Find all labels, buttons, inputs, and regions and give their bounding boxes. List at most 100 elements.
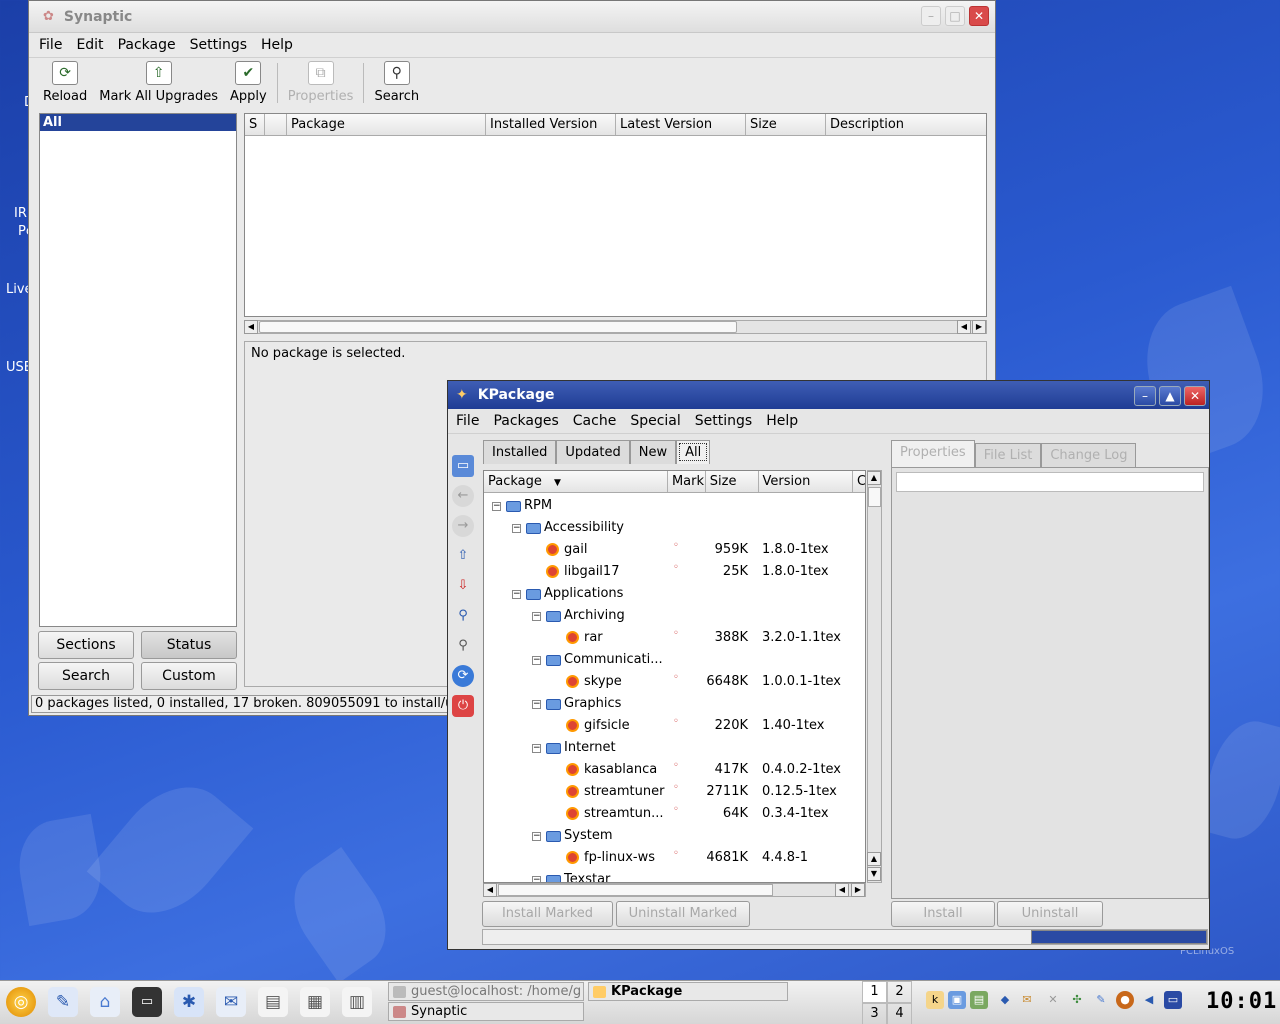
tree-package-row[interactable]: streamtuner ◦ 2711K 0.12.5-1tex: [484, 781, 865, 803]
display-icon[interactable]: ▭: [1164, 991, 1182, 1009]
vertical-scrollbar[interactable]: [867, 470, 882, 883]
column-package[interactable]: Package ▼: [484, 471, 668, 492]
scroll-left-icon[interactable]: ◀: [957, 320, 971, 334]
tray-game-icon[interactable]: ●: [1116, 991, 1134, 1009]
mark-install-icon[interactable]: ⇧: [452, 545, 474, 567]
close-button[interactable]: ✕: [1184, 386, 1206, 406]
search-filter-button[interactable]: Search: [38, 662, 134, 690]
terminal-icon[interactable]: ▭: [132, 987, 162, 1017]
file-manager-icon[interactable]: ✎: [48, 987, 78, 1017]
tab-properties[interactable]: Properties: [891, 440, 975, 467]
scroll-up-icon[interactable]: ▲: [867, 852, 881, 866]
apply-button[interactable]: ✔ Apply: [224, 59, 273, 104]
collapse-icon[interactable]: −: [532, 832, 541, 841]
scroll-right-icon[interactable]: ▶: [972, 320, 986, 334]
start-menu-icon[interactable]: ◎: [6, 987, 36, 1017]
menu-settings[interactable]: Settings: [190, 37, 247, 53]
sections-button[interactable]: Sections: [38, 631, 134, 659]
tray-sync-icon[interactable]: ◆: [996, 991, 1014, 1009]
tree-package-row[interactable]: kasablanca ◦ 417K 0.4.0.2-1tex: [484, 759, 865, 781]
scroll-left-icon[interactable]: ◀: [483, 883, 497, 897]
collapse-icon[interactable]: −: [492, 502, 501, 511]
reload-icon[interactable]: ⟳: [452, 665, 474, 687]
desktop-3[interactable]: 3: [862, 1003, 887, 1024]
tree-folder-row[interactable]: − Archiving: [484, 605, 865, 627]
mark-checkbox[interactable]: ◦: [673, 672, 679, 683]
tree-folder-row[interactable]: − Graphics: [484, 693, 865, 715]
menu-settings[interactable]: Settings: [695, 413, 752, 429]
tree-package-row[interactable]: libgail17 ◦ 25K 1.8.0-1tex: [484, 561, 865, 583]
tray-update-icon[interactable]: ✣: [1068, 991, 1086, 1009]
quit-icon[interactable]: ⏻: [452, 695, 474, 717]
menu-cache[interactable]: Cache: [573, 413, 617, 429]
mail-icon[interactable]: ✉: [216, 987, 246, 1017]
collapse-icon[interactable]: −: [532, 612, 541, 621]
menu-help[interactable]: Help: [261, 37, 293, 53]
uninstall-button[interactable]: Uninstall: [997, 901, 1103, 927]
package-table[interactable]: S Package Installed Version Latest Versi…: [244, 113, 987, 317]
tray-app-icon[interactable]: ▣: [948, 991, 966, 1009]
collapse-icon[interactable]: −: [532, 876, 541, 882]
column-package[interactable]: Package: [287, 114, 486, 135]
properties-button[interactable]: ⧉ Properties: [282, 59, 360, 104]
column-latest-version[interactable]: Latest Version: [616, 114, 746, 135]
scroll-left-icon[interactable]: ◀: [244, 320, 258, 334]
find-package-icon[interactable]: ⚲: [452, 605, 474, 627]
mark-checkbox[interactable]: ◦: [673, 804, 679, 815]
column-c[interactable]: C: [853, 471, 865, 492]
uninstall-marked-button[interactable]: Uninstall Marked: [616, 901, 750, 927]
back-icon[interactable]: ←: [452, 485, 474, 507]
scroll-left-icon[interactable]: ◀: [835, 883, 849, 897]
tree-folder-row[interactable]: − RPM: [484, 495, 865, 517]
menu-file[interactable]: File: [39, 37, 62, 53]
menu-file[interactable]: File: [456, 413, 479, 429]
package-tree[interactable]: Package ▼ Mark Size Version C − RPM − Acces…: [483, 470, 866, 883]
status-button[interactable]: Status: [141, 631, 237, 659]
maximize-button[interactable]: ▲: [1159, 386, 1181, 406]
scrollbar-thumb[interactable]: [498, 884, 773, 896]
task-terminal[interactable]: guest@localhost: /home/g: [388, 982, 584, 1001]
tree-folder-row[interactable]: − Accessibility: [484, 517, 865, 539]
scroll-up-icon[interactable]: ▲: [867, 471, 881, 485]
mark-uninstall-icon[interactable]: ⇩: [452, 575, 474, 597]
kde-tray-icon[interactable]: k: [926, 991, 944, 1009]
mark-checkbox[interactable]: ◦: [673, 716, 679, 727]
volume-icon[interactable]: ◀: [1140, 991, 1158, 1009]
collapse-icon[interactable]: −: [512, 524, 521, 533]
tree-folder-row[interactable]: − Texstar: [484, 869, 865, 882]
tab-new[interactable]: New: [629, 440, 677, 464]
column-status[interactable]: S: [245, 114, 265, 135]
scrollbar-thumb[interactable]: [868, 487, 881, 507]
install-marked-button[interactable]: Install Marked: [482, 901, 613, 927]
mark-all-upgrades-button[interactable]: ⇧ Mark All Upgrades: [93, 59, 224, 104]
desktop-2[interactable]: 2: [887, 981, 912, 1003]
browser-icon[interactable]: ✱: [174, 987, 204, 1017]
menu-edit[interactable]: Edit: [76, 37, 103, 53]
mark-checkbox[interactable]: ◦: [673, 562, 679, 573]
column-version[interactable]: Version: [759, 471, 854, 492]
mark-checkbox[interactable]: ◦: [673, 782, 679, 793]
clock[interactable]: 10:01: [1206, 989, 1277, 1014]
scroll-right-icon[interactable]: ▶: [851, 883, 865, 897]
column-size[interactable]: Size: [746, 114, 826, 135]
task-kpackage[interactable]: KPackage: [588, 982, 788, 1001]
scroll-down-icon[interactable]: ▼: [867, 867, 881, 881]
tree-package-row[interactable]: fp-linux-ws ◦ 4681K 4.4.8-1: [484, 847, 865, 869]
collapse-icon[interactable]: −: [512, 590, 521, 599]
tray-network-icon[interactable]: ✕: [1044, 991, 1062, 1009]
tree-folder-row[interactable]: − Communicati...: [484, 649, 865, 671]
column-mark[interactable]: Mark: [668, 471, 706, 492]
spreadsheet-icon[interactable]: ▥: [342, 987, 372, 1017]
maximize-button[interactable]: □: [945, 6, 965, 26]
desktop-4[interactable]: 4: [887, 1003, 912, 1024]
filter-item-all[interactable]: All: [40, 114, 236, 131]
tab-change-log[interactable]: Change Log: [1041, 443, 1137, 467]
tree-package-row[interactable]: rar ◦ 388K 3.2.0-1.1tex: [484, 627, 865, 649]
find-file-icon[interactable]: ⚲: [452, 635, 474, 657]
presentation-icon[interactable]: ▦: [300, 987, 330, 1017]
custom-button[interactable]: Custom: [141, 662, 237, 690]
tray-tool-icon[interactable]: ✎: [1092, 991, 1110, 1009]
tab-installed[interactable]: Installed: [483, 440, 557, 464]
column-support[interactable]: [265, 114, 287, 135]
scrollbar-thumb[interactable]: [259, 321, 737, 333]
